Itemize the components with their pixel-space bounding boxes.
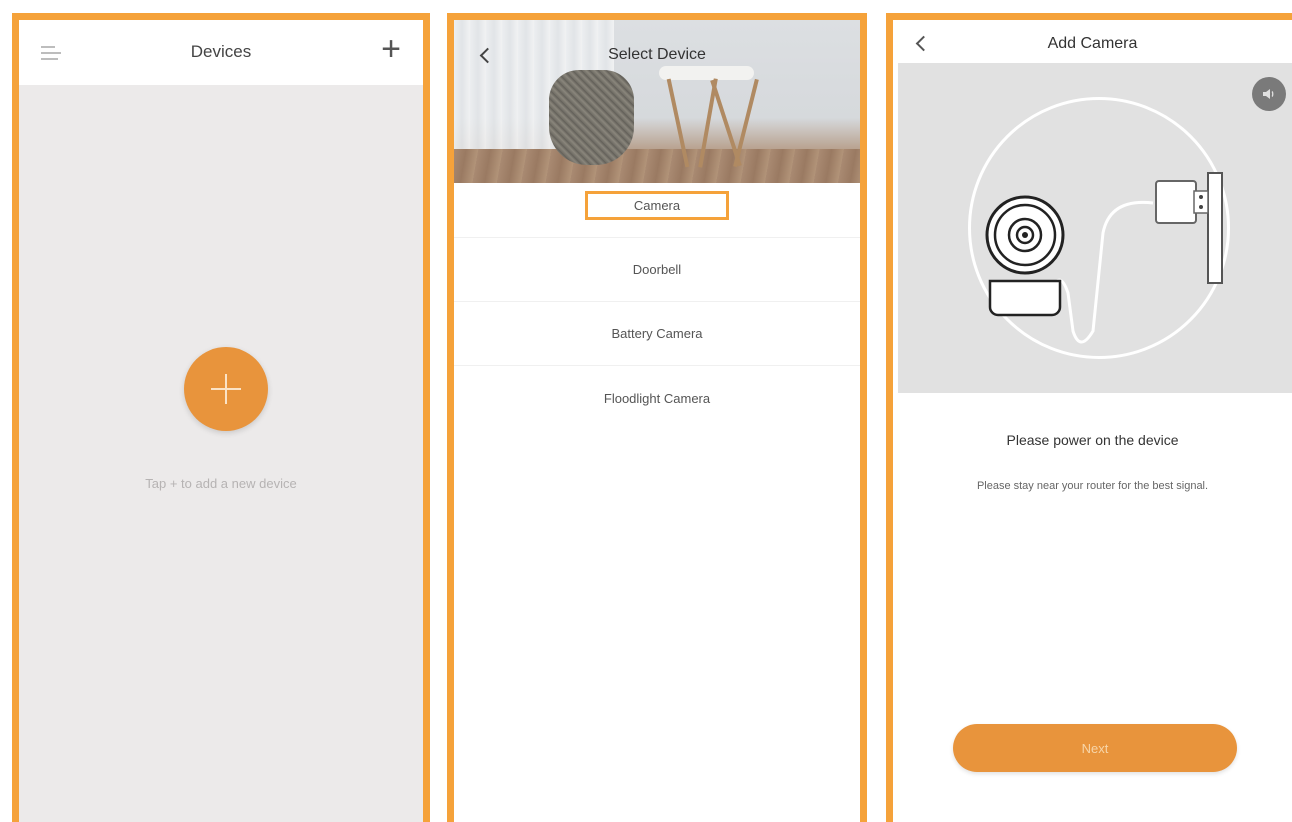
list-item-floodlight-camera[interactable]: Floodlight Camera [454,366,860,430]
next-button[interactable]: Next [953,724,1237,772]
select-device-screen: Select Device Camera Doorbell Battery Ca… [447,13,867,822]
devices-screen: Devices + Tap + to add a new device [12,13,430,822]
page-title: Add Camera [1047,35,1138,52]
instruction-subtitle: Please stay near your router for the bes… [976,480,1209,492]
list-item-label: Doorbell [632,262,682,277]
list-item-doorbell[interactable]: Doorbell [454,238,860,302]
instruction-title: Please power on the device [1006,432,1179,448]
device-type-list: Camera Doorbell Battery Camera Floodligh… [454,183,860,430]
list-item-label: Camera [585,190,729,220]
empty-state-hint: Tap + to add a new device [145,476,297,491]
hero-image: Select Device [454,20,860,183]
list-item-label: Floodlight Camera [603,390,711,406]
power-on-illustration [898,63,1292,393]
list-item-label: Battery Camera [611,326,703,341]
add-device-plus-icon[interactable]: + [381,32,401,66]
page-title: Select Device [608,46,706,63]
list-item-battery-camera[interactable]: Battery Camera [454,302,860,366]
add-device-button[interactable] [184,347,268,431]
page-title: Devices [190,42,252,61]
devices-header: Devices + [19,20,423,85]
list-item-camera[interactable]: Camera [454,183,860,238]
chair-image [659,66,754,80]
camera-icon [985,172,1223,344]
add-camera-screen: Add Camera Please power on the device Pl… [886,13,1292,822]
basket-image [549,70,634,165]
